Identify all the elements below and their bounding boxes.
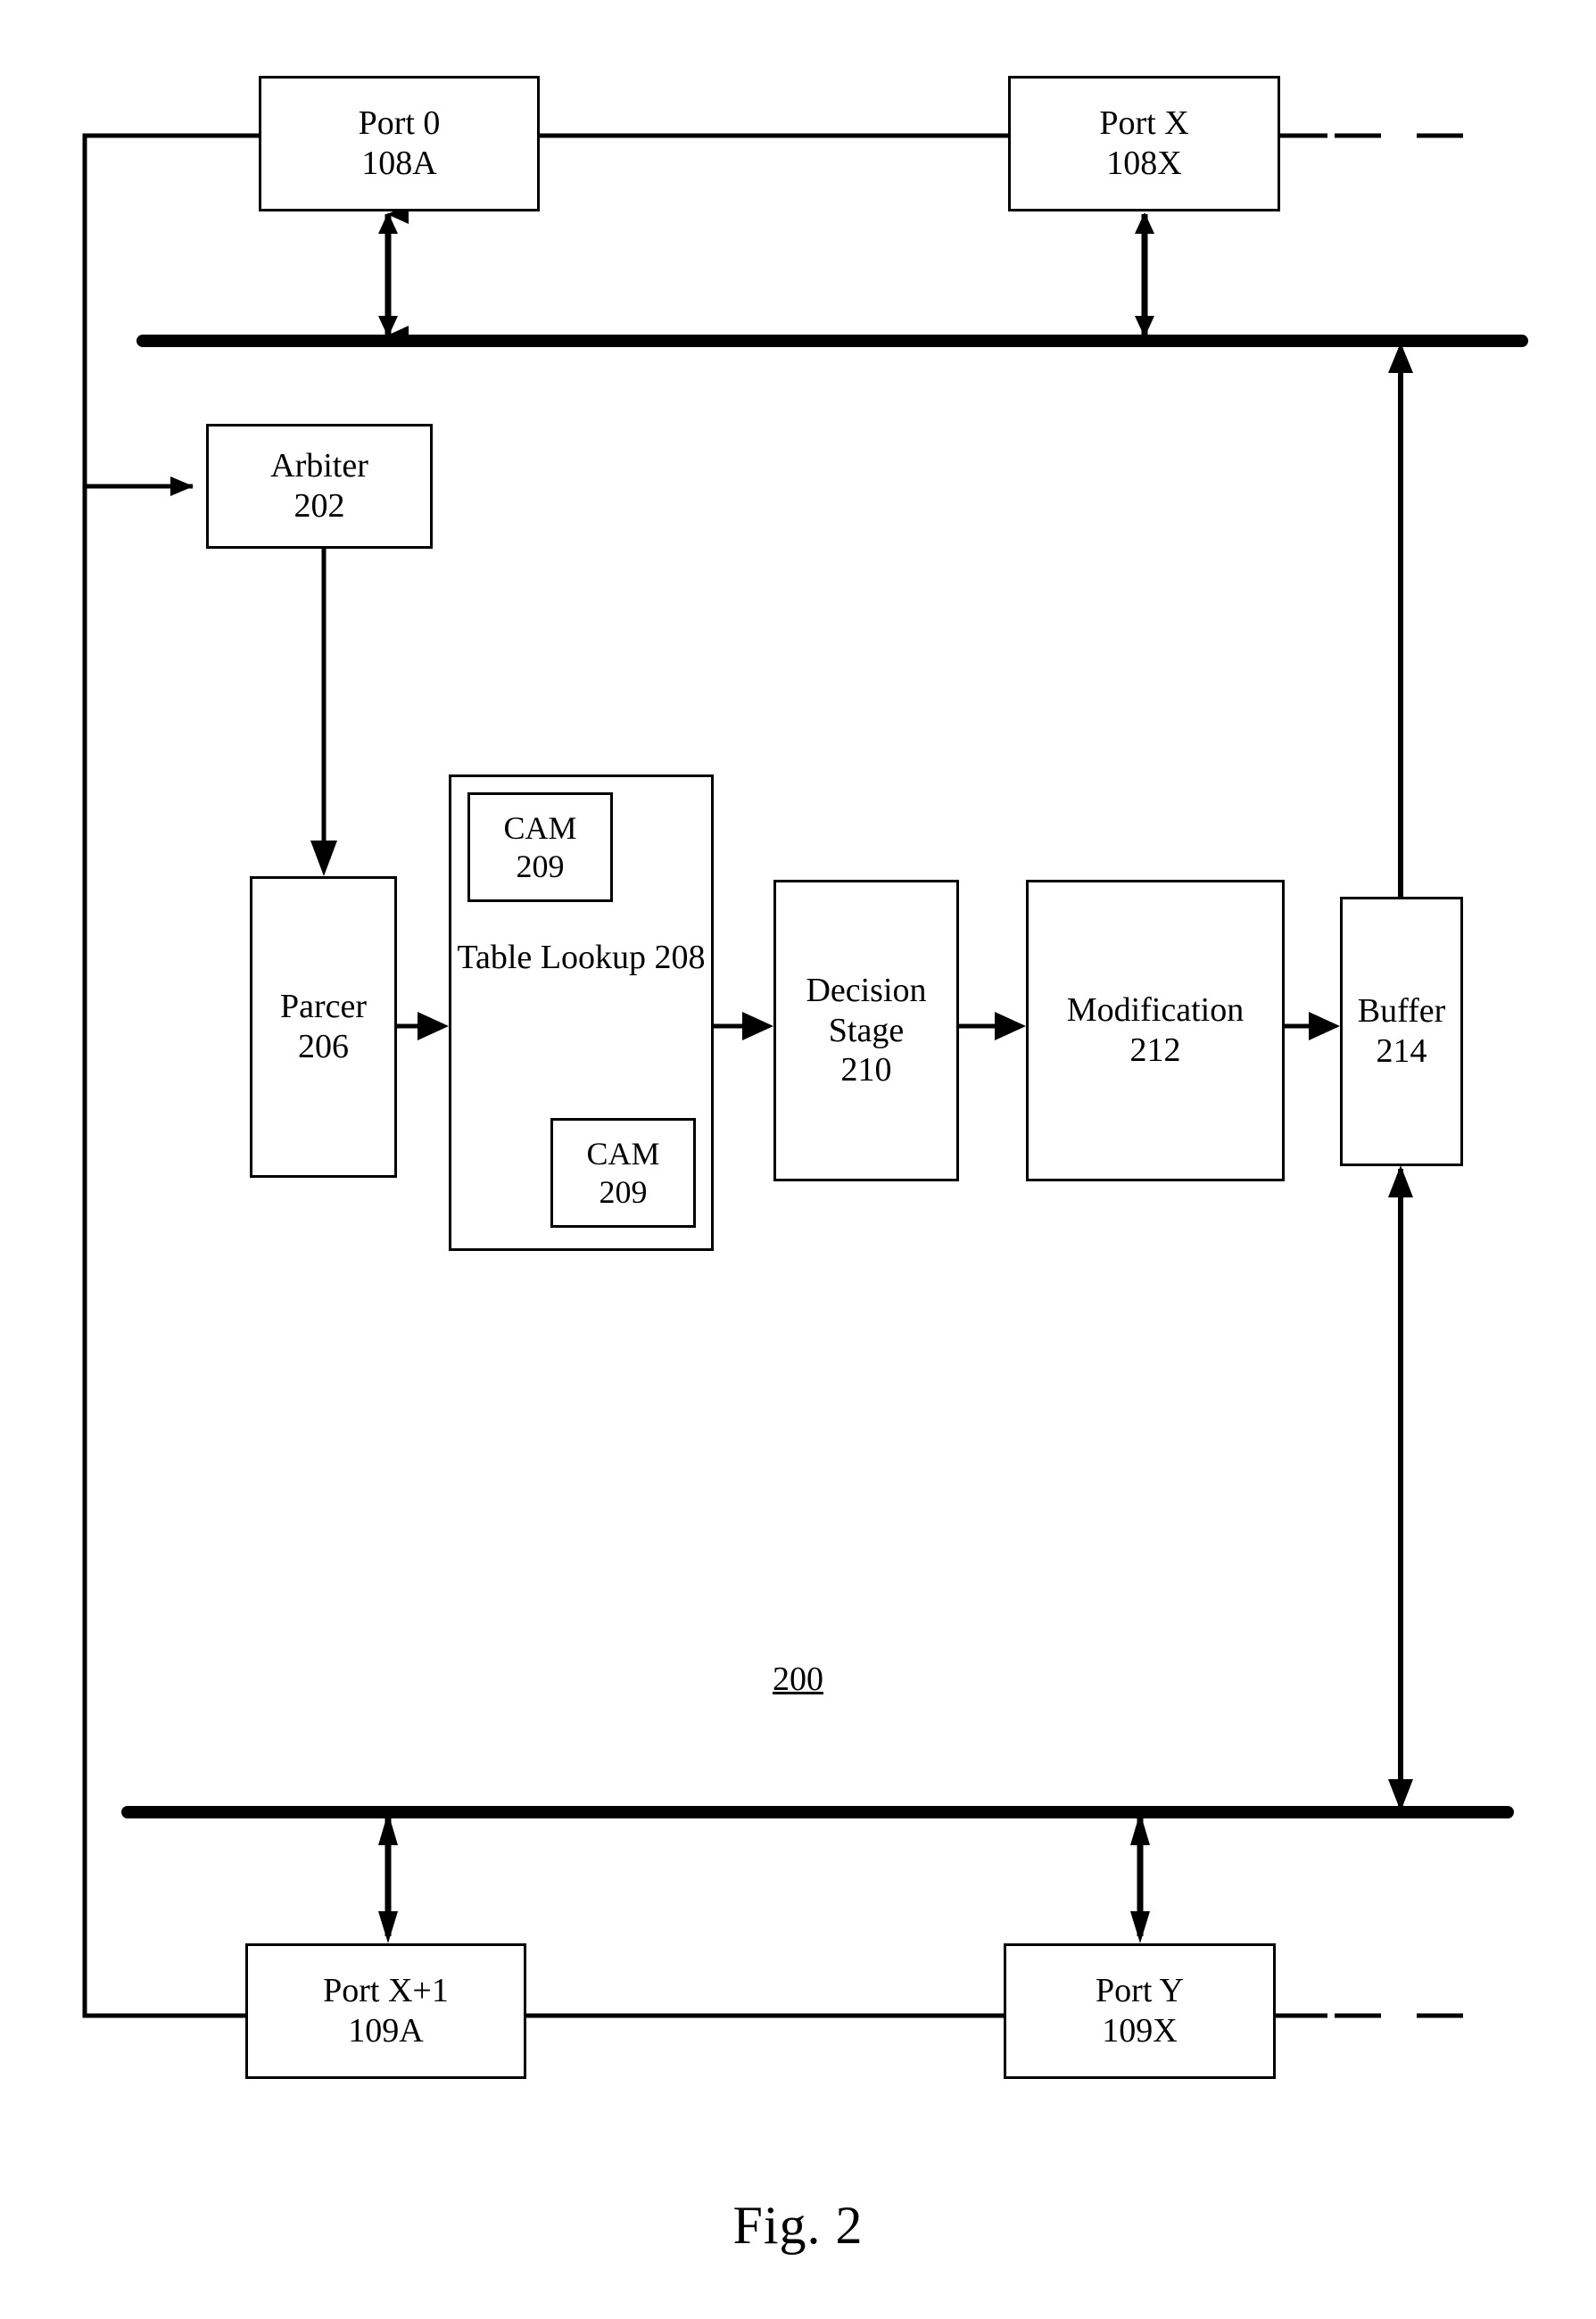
block-modification-title: Modification	[1066, 991, 1245, 1030]
block-modification[interactable]: Modification 212	[1026, 880, 1285, 1181]
block-port-x[interactable]: Port X 108X	[1008, 76, 1280, 211]
block-parcer-ref: 206	[298, 1028, 349, 1065]
block-table-lookup-label: Table Lookup 208	[451, 938, 711, 978]
block-cam-bottom-title: CAM	[586, 1136, 660, 1172]
block-port-0-title: Port 0	[358, 104, 441, 143]
block-cam-top-ref: 209	[516, 848, 565, 884]
block-parcer-title: Parcer	[279, 988, 368, 1026]
block-arbiter-title: Arbiter	[270, 447, 368, 485]
block-port-x-plus-1-ref: 109A	[348, 2012, 424, 2050]
block-cam-bottom[interactable]: CAM 209	[550, 1118, 696, 1228]
block-port-y-ref: 109X	[1102, 2012, 1178, 2050]
block-modification-ref: 212	[1129, 1031, 1181, 1069]
patent-figure-2: Port 0 108A Port X 108X Arbiter 202 Parc…	[0, 0, 1596, 2319]
figure-caption: Fig. 2	[732, 2196, 864, 2255]
block-cam-top-title: CAM	[503, 810, 577, 847]
block-cam-bottom-ref: 209	[599, 1173, 648, 1210]
block-table-lookup-title-line2: Lookup	[540, 939, 647, 976]
system-reference-label: 200	[773, 1661, 823, 1698]
block-decision-stage-ref: 210	[840, 1051, 892, 1089]
block-arbiter-ref: 202	[294, 487, 345, 525]
block-buffer-ref: 214	[1376, 1032, 1427, 1070]
block-cam-top[interactable]: CAM 209	[467, 792, 613, 902]
block-port-x-title: Port X	[1099, 104, 1189, 143]
block-decision-stage-title-line1: Decision	[806, 971, 927, 1009]
block-port-x-plus-1-title: Port X+1	[323, 1972, 449, 2010]
block-buffer-title: Buffer	[1357, 992, 1446, 1031]
left-outer-rail	[82, 133, 259, 2018]
block-arbiter[interactable]: Arbiter 202	[206, 424, 433, 549]
block-port-y[interactable]: Port Y 109X	[1004, 1943, 1276, 2079]
block-port-0[interactable]: Port 0 108A	[259, 76, 540, 211]
block-port-y-title: Port Y	[1096, 1972, 1184, 2010]
block-port-x-ref: 108X	[1106, 145, 1182, 182]
block-buffer[interactable]: Buffer 214	[1340, 897, 1463, 1166]
block-port-0-ref: 108A	[361, 145, 437, 182]
block-table-lookup-ref: 208	[654, 939, 706, 976]
block-decision-stage[interactable]: Decision Stage 210	[773, 880, 959, 1181]
block-parcer[interactable]: Parcer 206	[250, 876, 397, 1178]
block-decision-stage-title-line2: Stage	[828, 1011, 905, 1049]
block-table-lookup-title-line1: Table	[457, 939, 533, 976]
block-port-x-plus-1[interactable]: Port X+1 109A	[245, 1943, 526, 2079]
